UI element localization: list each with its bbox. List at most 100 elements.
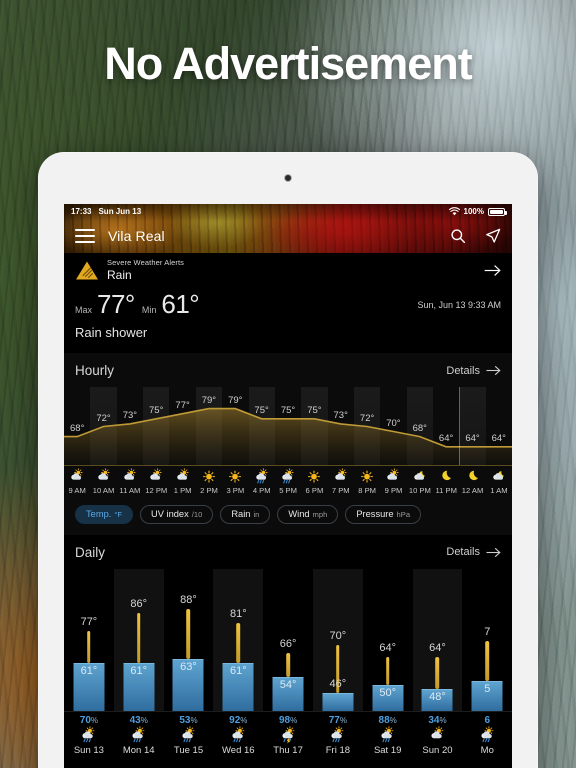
chip-label: Pressure <box>356 509 394 520</box>
front-camera-icon <box>285 175 291 181</box>
daily-column[interactable]: 77° 61° <box>64 569 114 711</box>
hourly-section-header: Hourly Details <box>64 353 512 387</box>
moon-icon <box>437 469 455 485</box>
daily-meta-cell[interactable]: 70% Sun 13 <box>64 712 114 760</box>
daily-meta-cell[interactable]: 53% Tue 15 <box>164 712 214 760</box>
daily-rain-percent: 98% <box>278 714 298 726</box>
partly-cloudy-day-icon <box>428 726 447 744</box>
daily-high-low-bar <box>435 656 440 689</box>
hourly-temp-label: 77° <box>175 399 190 411</box>
daily-meta-cell[interactable]: 88% Sat 19 <box>363 712 413 760</box>
severe-weather-alert-row[interactable]: Severe Weather Alerts Rain <box>64 253 512 287</box>
daily-high-low-bar <box>186 608 191 659</box>
daily-meta-cell[interactable]: 92% Wed 16 <box>213 712 263 760</box>
hourly-temp-label: 68° <box>412 422 427 434</box>
arrow-right-icon[interactable] <box>484 264 501 277</box>
hourly-cell: 2 PM <box>196 469 222 495</box>
daily-day-label: Mo <box>480 744 494 756</box>
chip-unit: /10 <box>191 510 203 520</box>
hourly-cell: 12 AM <box>459 469 485 495</box>
hourly-cell: 6 PM <box>301 469 327 495</box>
hourly-temp-label: 75° <box>149 404 164 416</box>
daily-temperature-chart: 77° 61° 86° 61° 88° 63° 81° 61° 66° 54° … <box>64 568 512 711</box>
daily-high-temp: 86° <box>130 597 148 610</box>
current-temperature-row: Max 77° Min 61° Sun, Jun 13 9:33 AM <box>64 287 512 320</box>
warning-triangle-icon <box>75 260 99 281</box>
daily-rain-percent: 92% <box>229 714 248 726</box>
daily-column[interactable]: 7 5 <box>462 569 512 711</box>
hourly-time-label: 3 PM <box>226 485 245 495</box>
daily-meta-cell[interactable]: 34% Sun 20 <box>413 712 463 760</box>
hourly-temp-label: 79° <box>201 394 217 406</box>
daily-high-low-bar <box>286 652 290 677</box>
daily-column[interactable]: 66° 54° <box>263 569 313 711</box>
daily-column[interactable]: 86° 61° <box>113 568 164 711</box>
partly-cloudy-day-icon <box>68 468 86 485</box>
alert-text: Severe Weather Alerts Rain <box>107 258 184 282</box>
hourly-temp-label: 72° <box>359 412 375 424</box>
metric-chip-uv-index[interactable]: UV index /10 <box>140 504 214 524</box>
hamburger-menu-icon[interactable] <box>75 229 95 243</box>
hourly-time-label: 4 PM <box>252 485 271 495</box>
hourly-time-label: 8 PM <box>358 485 376 495</box>
daily-meta-cell[interactable]: 6 Mo <box>462 712 512 760</box>
hourly-cell: 9 PM <box>380 468 406 495</box>
daily-details-button[interactable]: Details <box>446 546 501 558</box>
metric-chip-pressure[interactable]: Pressure hPa <box>345 504 422 524</box>
daily-column[interactable]: 64° 48° <box>412 568 463 711</box>
moon-icon <box>464 469 482 485</box>
hourly-temp-label: 73° <box>333 409 348 421</box>
partly-cloudy-night-icon <box>411 469 429 485</box>
hourly-temp-label: 75° <box>307 404 322 416</box>
daily-meta-cell[interactable]: 43% Mon 14 <box>114 712 164 760</box>
partly-cloudy-day-icon <box>332 468 350 485</box>
thunderstorm-icon <box>279 726 298 744</box>
current-condition: Rain shower <box>64 320 512 353</box>
hourly-time-label: 6 PM <box>305 485 324 495</box>
status-bar-right: 100% <box>448 206 507 216</box>
daily-column[interactable]: 81° 61° <box>213 568 264 711</box>
hourly-time-label: 5 PM <box>279 485 297 495</box>
daily-rain-percent: 6 <box>484 714 491 726</box>
hourly-details-button[interactable]: Details <box>446 365 501 377</box>
daily-high-temp: 7 <box>484 625 491 638</box>
sunny-icon <box>305 469 323 485</box>
hourly-cell: 8 PM <box>354 469 380 495</box>
search-icon[interactable] <box>450 228 466 244</box>
daily-meta-cell[interactable]: 98% Thu 17 <box>263 712 313 760</box>
metric-chip-rain[interactable]: Rain in <box>220 504 271 524</box>
daily-details-label: Details <box>446 546 480 559</box>
hourly-cell: 11 AM <box>117 468 143 495</box>
rain-sun-icon <box>328 726 347 744</box>
tablet-device-frame: 17:33 Sun Jun 13 100% Vila Real Severe W… <box>38 152 538 768</box>
hourly-time-label: 11 AM <box>119 485 141 495</box>
hourly-cell: 5 PM <box>275 468 301 495</box>
alert-title: Severe Weather Alerts <box>107 258 184 267</box>
daily-column[interactable]: 88° 63° <box>164 569 214 711</box>
hourly-cell: 9 AM <box>64 468 90 495</box>
daily-low-temp: 46° <box>329 677 347 690</box>
chip-label: UV index <box>151 509 189 520</box>
headline-text: No Advertisement <box>104 38 472 89</box>
daily-rain-percent: 88% <box>378 714 397 726</box>
metric-chip-temp[interactable]: Temp. °F <box>75 504 134 524</box>
hourly-temp-label: 70° <box>386 417 401 429</box>
daily-column[interactable]: 64° 50° <box>363 569 413 711</box>
hourly-cell: 10 PM <box>407 469 433 495</box>
status-bar: 17:33 Sun Jun 13 100% <box>64 204 512 219</box>
hourly-title: Hourly <box>75 363 115 378</box>
location-arrow-icon[interactable] <box>485 228 501 244</box>
hourly-icons-row: 9 AM 10 AM 11 AM 12 PM 1 PM 2 PM 3 PM 4 … <box>64 465 512 496</box>
daily-column[interactable]: 70° 46° <box>312 568 363 711</box>
hourly-chart-line <box>64 407 512 465</box>
hourly-temp-label: 75° <box>280 404 296 416</box>
min-label: Min <box>141 305 157 315</box>
hourly-cell: 11 PM <box>433 469 459 495</box>
rain-sun-icon <box>179 726 198 744</box>
hourly-cell: 1 PM <box>169 468 195 495</box>
daily-meta-cell[interactable]: 77% Fri 18 <box>313 712 363 760</box>
tablet-screen: 17:33 Sun Jun 13 100% Vila Real Severe W… <box>64 204 512 768</box>
metric-chip-wind[interactable]: Wind mph <box>277 504 339 524</box>
hourly-temp-label: 75° <box>254 404 269 416</box>
rain-sun-icon <box>378 726 397 744</box>
